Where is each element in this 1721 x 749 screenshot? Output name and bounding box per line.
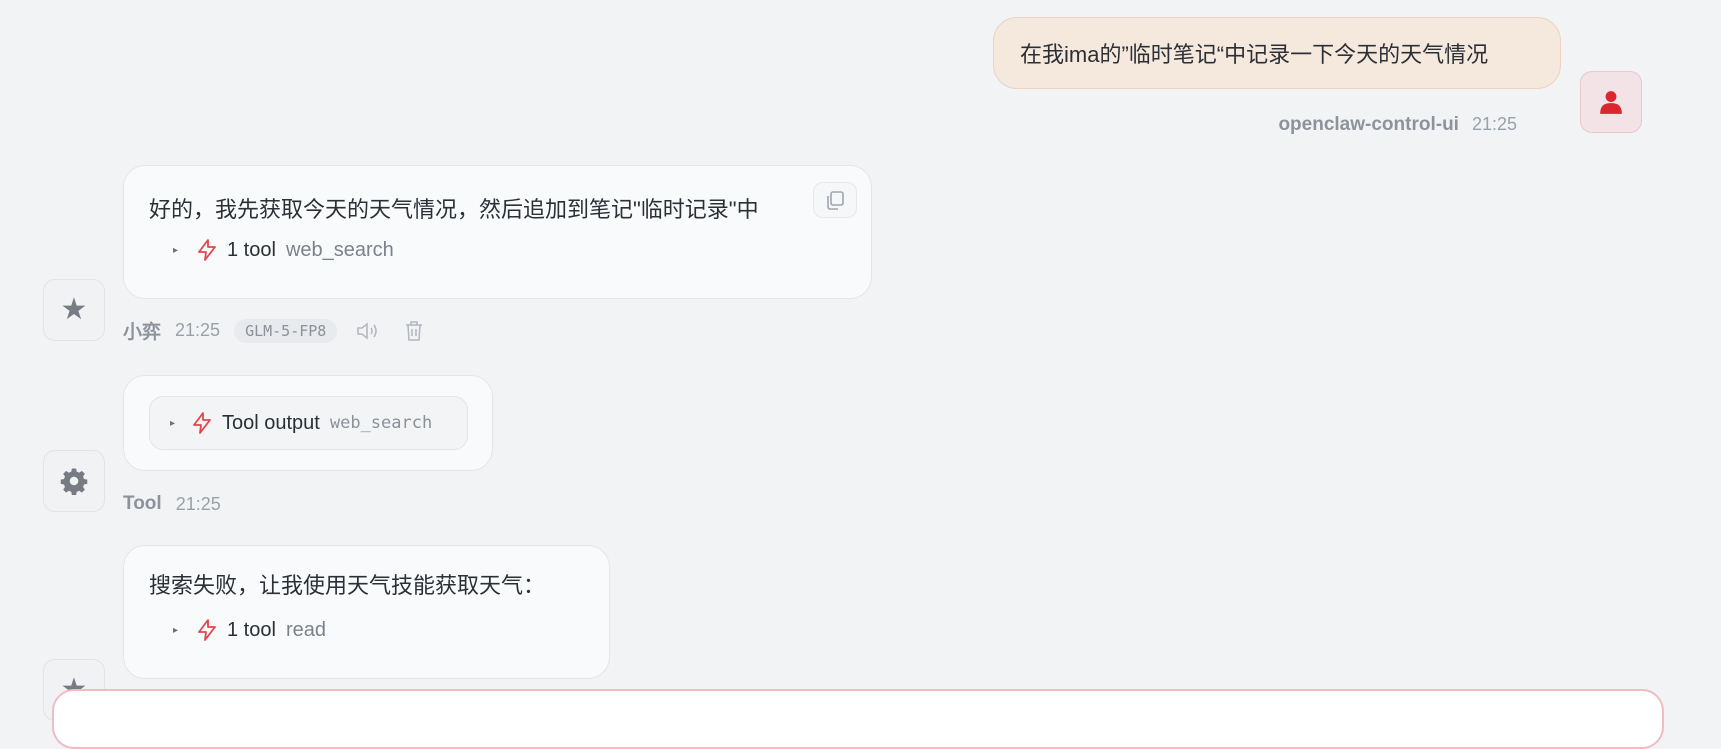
chat-input[interactable] xyxy=(52,689,1664,749)
assistant-message-bubble: 搜索失败，让我使用天气技能获取天气： ▸ 1 tool read xyxy=(123,545,610,679)
assistant-message-time: 21:25 xyxy=(175,320,221,340)
tool-message-meta: Tool 21:25 xyxy=(123,493,221,515)
tool-output-label: Tool output xyxy=(222,411,320,434)
assistant-message-text: 搜索失败，让我使用天气技能获取天气： xyxy=(149,573,546,598)
user-avatar xyxy=(1580,71,1642,133)
copy-button[interactable] xyxy=(813,182,857,218)
user-sender-name: openclaw-control-ui xyxy=(1278,114,1459,135)
user-message-text: 在我ima的”临时笔记“中记录一下今天的天气情况 xyxy=(1020,42,1489,67)
lightning-icon xyxy=(198,239,216,261)
assistant-message-text: 好的，我先获取今天的天气情况，然后追加到笔记"临时记录"中 xyxy=(149,197,759,222)
tool-name: web_search xyxy=(285,238,394,261)
tool-count: 1 tool xyxy=(227,618,276,641)
tool-output-bubble: ▸ Tool output web_search xyxy=(123,375,493,471)
lightning-icon xyxy=(198,619,216,641)
tool-sender-name: Tool xyxy=(123,493,162,514)
copy-icon xyxy=(827,191,844,210)
assistant-sender-name: 小弈 xyxy=(123,322,162,343)
trash-icon[interactable] xyxy=(403,319,425,343)
tool-name: read xyxy=(285,618,326,641)
user-message-bubble: 在我ima的”临时笔记“中记录一下今天的天气情况 xyxy=(993,17,1561,89)
person-icon xyxy=(1600,91,1622,114)
gear-icon xyxy=(60,468,88,495)
model-badge: GLM-5-FP8 xyxy=(234,318,338,343)
lightning-icon xyxy=(193,412,211,434)
tool-output-card[interactable]: ▸ Tool output web_search xyxy=(149,396,468,450)
user-message-time: 21:25 xyxy=(1471,114,1517,134)
expand-caret-icon[interactable]: ▸ xyxy=(173,245,195,256)
assistant-avatar: ★ xyxy=(43,279,105,341)
assistant-message-bubble: 好的，我先获取今天的天气情况，然后追加到笔记"临时记录"中 ▸ 1 tool w… xyxy=(123,165,872,299)
expand-caret-icon[interactable]: ▸ xyxy=(173,625,195,636)
tool-message-time: 21:25 xyxy=(175,493,221,514)
tool-call-summary[interactable]: ▸ 1 tool web_search xyxy=(173,238,394,262)
tool-count: 1 tool xyxy=(227,238,276,261)
tool-output-name: web_search xyxy=(329,413,433,433)
user-message-meta: openclaw-control-ui 21:25 xyxy=(1278,114,1517,136)
tool-avatar xyxy=(43,450,105,512)
expand-caret-icon[interactable]: ▸ xyxy=(170,418,190,429)
speaker-icon[interactable] xyxy=(355,319,381,343)
tool-call-summary[interactable]: ▸ 1 tool read xyxy=(173,618,326,642)
assistant-message-meta: 小弈 21:25 GLM-5-FP8 xyxy=(123,317,425,344)
star-icon: ★ xyxy=(60,293,88,326)
